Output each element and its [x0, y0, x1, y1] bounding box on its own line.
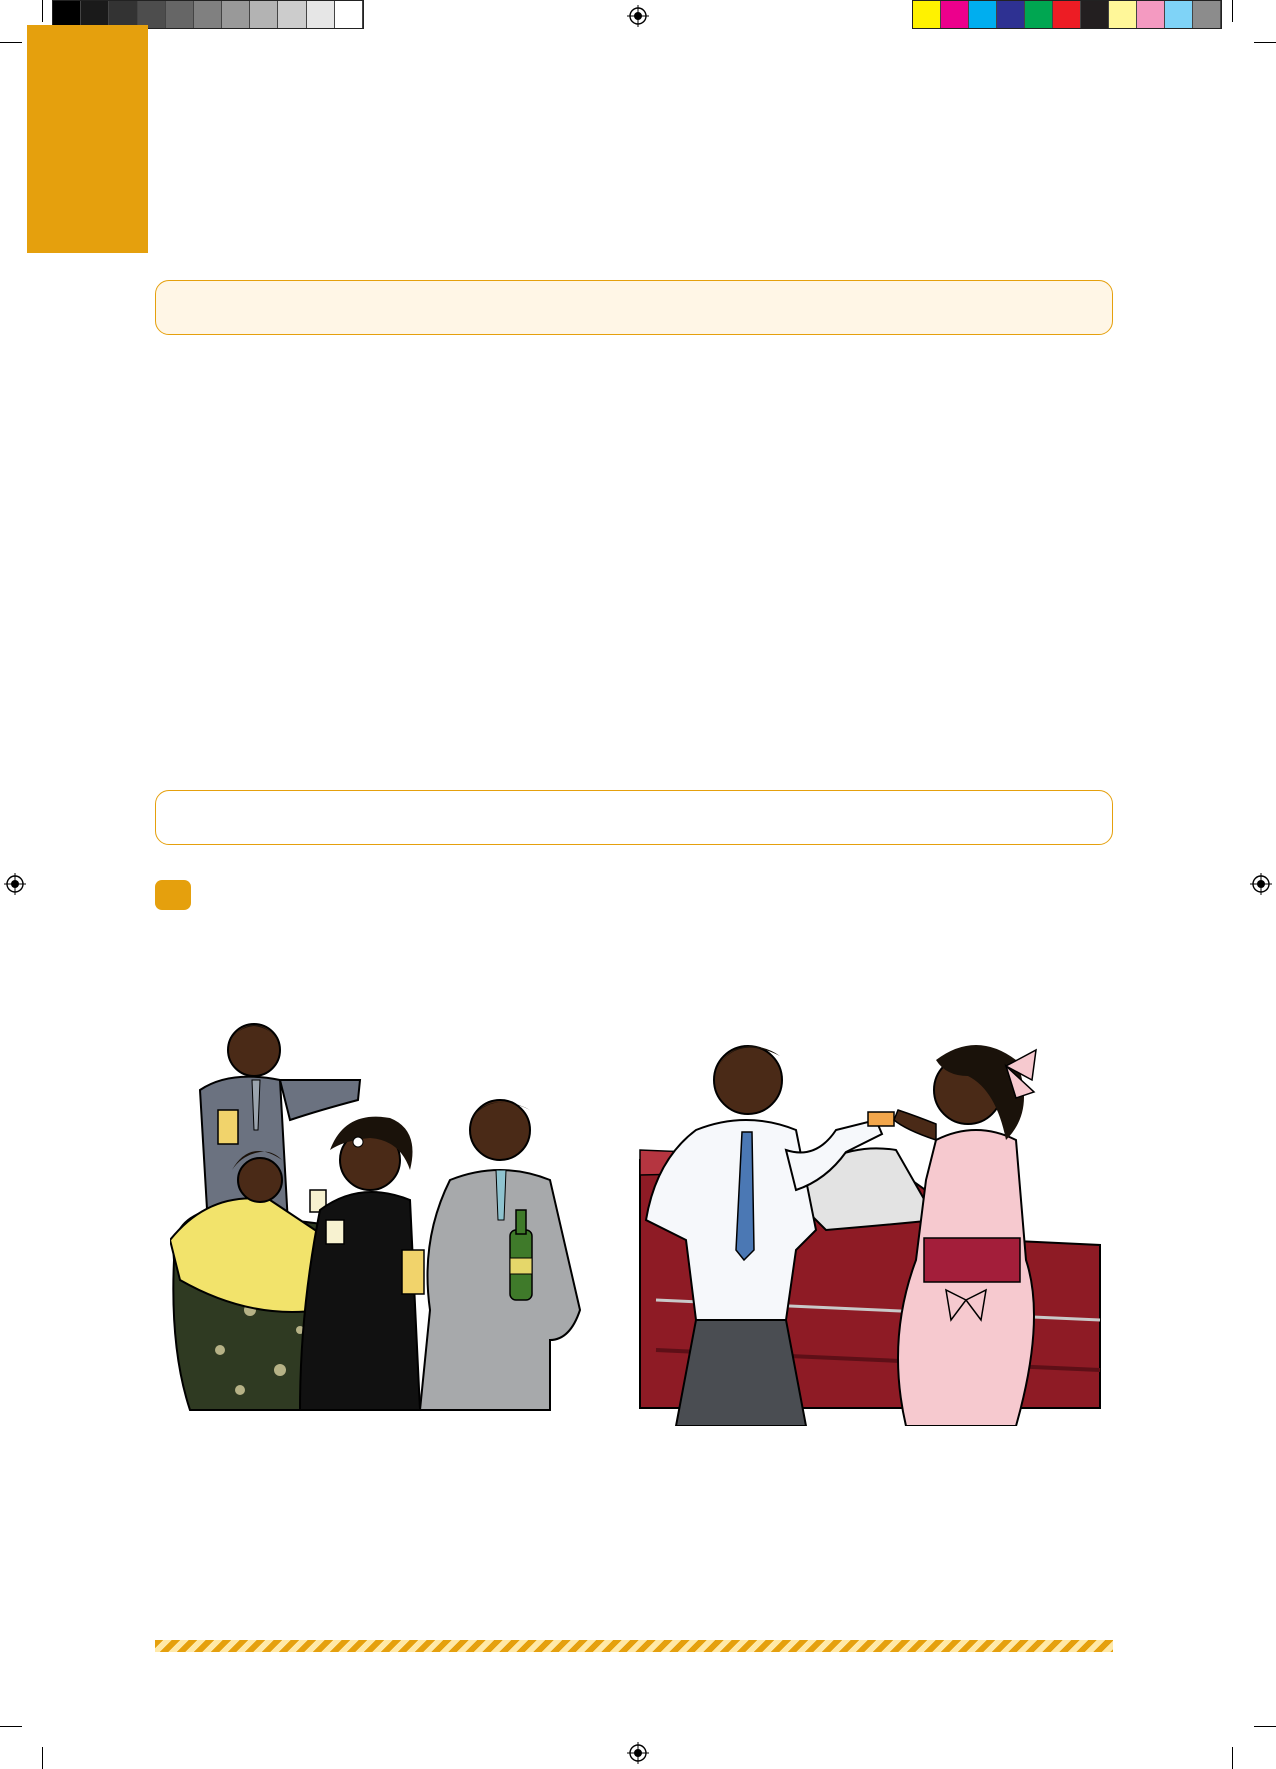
calibration-swatch [222, 1, 251, 28]
calibration-swatch [997, 1, 1025, 28]
calibration-swatch [137, 1, 166, 28]
calibration-swatch [1081, 1, 1109, 28]
calibration-swatch [1137, 1, 1165, 28]
activity-bullet-icon [155, 880, 191, 910]
calibration-swatch [278, 1, 307, 28]
header-box [155, 280, 1113, 335]
registration-mark-icon [4, 873, 26, 895]
calibration-swatch [1193, 1, 1221, 28]
registration-mark-icon [1250, 873, 1272, 895]
section-box [155, 790, 1113, 845]
calibration-swatch [1109, 1, 1137, 28]
calibration-swatch [53, 1, 82, 28]
calibration-swatch [109, 1, 138, 28]
calibration-swatch [334, 1, 363, 28]
calibration-swatch [250, 1, 279, 28]
crop-mark-icon [0, 42, 22, 43]
calibration-swatch [913, 1, 941, 28]
registration-mark-icon [627, 1742, 649, 1764]
crop-mark-icon [0, 1726, 22, 1727]
crop-mark-icon [1232, 0, 1233, 22]
crop-mark-icon [1254, 1726, 1276, 1727]
calibration-swatch [1053, 1, 1081, 28]
chapter-tab-block [27, 25, 148, 253]
registration-mark-icon [627, 5, 649, 27]
calibration-swatch [1165, 1, 1193, 28]
crop-mark-icon [42, 0, 43, 22]
calibration-swatch [941, 1, 969, 28]
couple-by-car-illustration [639, 1045, 1101, 1426]
calibration-swatch [165, 1, 194, 28]
crop-mark-icon [42, 1747, 43, 1769]
crop-mark-icon [1254, 42, 1276, 43]
calibration-swatch [81, 1, 110, 28]
color-calibration-bar [912, 0, 1222, 29]
calibration-swatch [1025, 1, 1053, 28]
calibration-swatch [969, 1, 997, 28]
party-drinking-illustration [170, 1023, 582, 1411]
crop-mark-icon [1232, 1747, 1233, 1769]
calibration-swatch [306, 1, 335, 28]
footer-decorative-band [155, 1640, 1113, 1652]
calibration-swatch [193, 1, 223, 28]
